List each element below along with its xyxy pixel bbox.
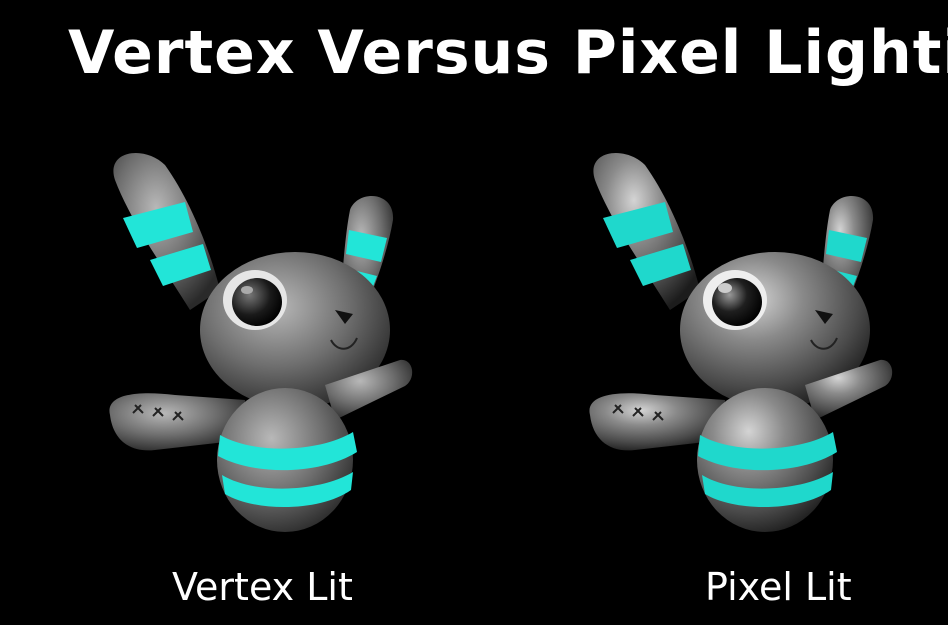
- pixel-lit-render: [575, 140, 905, 540]
- vertex-lit-caption: Vertex Lit: [172, 565, 353, 609]
- pixel-lit-bunny-image: [589, 153, 893, 532]
- pixel-lit-caption: Pixel Lit: [705, 565, 852, 609]
- page-title: Vertex Versus Pixel Lighting: [68, 18, 948, 88]
- vertex-lit-bunny-image: [109, 153, 413, 532]
- vertex-lit-render: [95, 140, 425, 540]
